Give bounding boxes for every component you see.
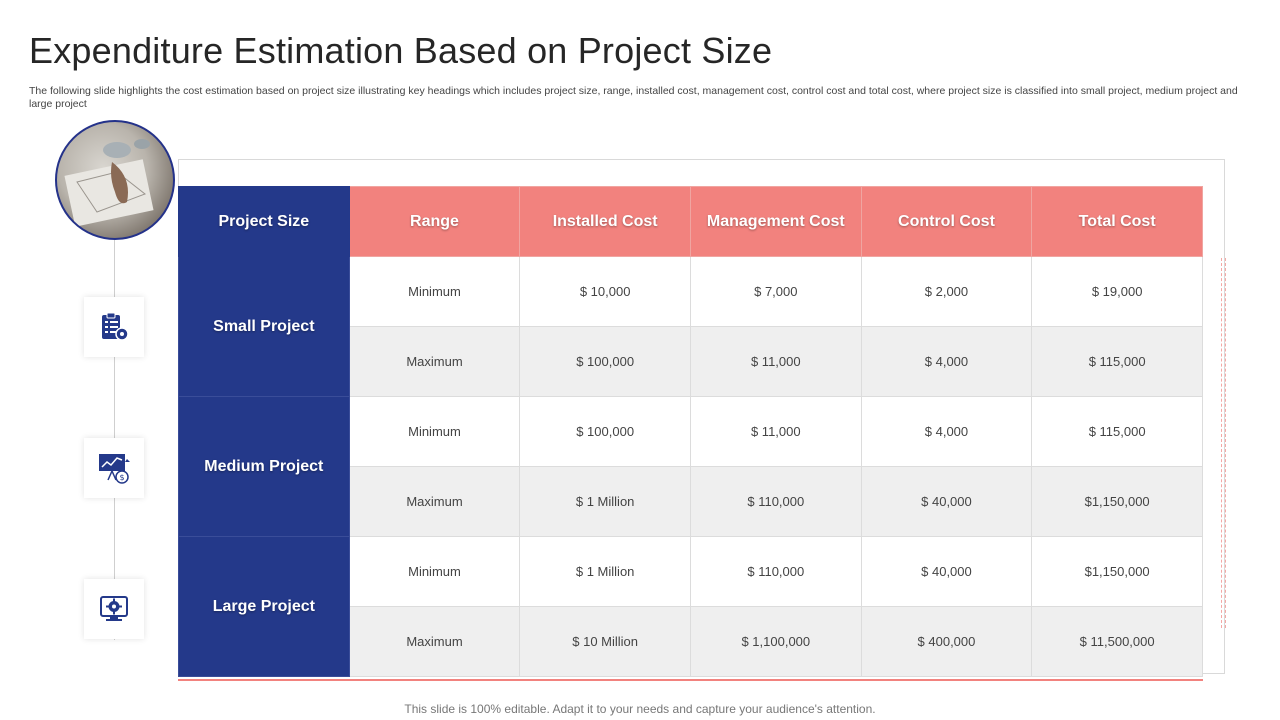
col-header-control-cost: Control Cost <box>860 186 1033 257</box>
col-header-management-cost: Management Cost <box>689 186 862 257</box>
total-cost-cell: $ 11,500,000 <box>1031 606 1203 677</box>
control-cost-cell: $ 4,000 <box>860 326 1033 397</box>
range-cell: Minimum <box>348 536 521 607</box>
total-cost-cell: $ 19,000 <box>1031 256 1203 327</box>
range-cell: Minimum <box>348 396 521 467</box>
table-bottom-accent <box>178 679 1203 681</box>
total-cost-cell: $1,150,000 <box>1031 466 1203 537</box>
presentation-dollar-icon: $ <box>84 438 144 498</box>
cost-table: Project Size Range Installed Cost Manage… <box>178 186 1203 677</box>
range-cell: Minimum <box>348 256 521 327</box>
table-row: Large Project Minimum $ 1 Million $ 110,… <box>178 536 1203 677</box>
table-header-row: Project Size Range Installed Cost Manage… <box>178 186 1203 257</box>
installed-cost-cell: $ 100,000 <box>519 396 691 467</box>
col-header-range: Range <box>348 186 521 257</box>
range-cell: Maximum <box>348 466 521 537</box>
control-cost-cell: $ 40,000 <box>860 536 1033 607</box>
installed-cost-cell: $ 10,000 <box>519 256 691 327</box>
management-cost-cell: $ 7,000 <box>689 256 862 327</box>
control-cost-cell: $ 4,000 <box>860 396 1033 467</box>
col-header-project-size: Project Size <box>178 186 350 257</box>
svg-text:$: $ <box>119 473 124 482</box>
control-cost-cell: $ 400,000 <box>860 606 1033 677</box>
footer-note: This slide is 100% editable. Adapt it to… <box>404 702 876 716</box>
installed-cost-cell: $ 10 Million <box>519 606 691 677</box>
management-cost-cell: $ 110,000 <box>689 466 862 537</box>
row-header-large-project: Large Project <box>178 536 350 677</box>
col-header-installed-cost: Installed Cost <box>519 186 691 257</box>
management-cost-cell: $ 11,000 <box>689 396 862 467</box>
control-cost-cell: $ 40,000 <box>860 466 1033 537</box>
range-cell: Maximum <box>348 606 521 677</box>
range-cell: Maximum <box>348 326 521 397</box>
total-cost-cell: $ 115,000 <box>1031 326 1203 397</box>
clipboard-gear-icon <box>84 297 144 357</box>
project-photo <box>55 120 175 240</box>
table-row: Medium Project Minimum $ 100,000 $ 11,00… <box>178 396 1203 537</box>
row-header-small-project: Small Project <box>178 256 350 397</box>
page-subtitle: The following slide highlights the cost … <box>29 85 1238 110</box>
monitor-gear-icon <box>84 579 144 639</box>
management-cost-cell: $ 11,000 <box>689 326 862 397</box>
col-header-total-cost: Total Cost <box>1031 186 1203 257</box>
page-title: Expenditure Estimation Based on Project … <box>29 30 773 71</box>
installed-cost-cell: $ 1 Million <box>519 466 691 537</box>
control-cost-cell: $ 2,000 <box>860 256 1033 327</box>
decorative-edge <box>1221 258 1226 628</box>
total-cost-cell: $1,150,000 <box>1031 536 1203 607</box>
management-cost-cell: $ 110,000 <box>689 536 862 607</box>
management-cost-cell: $ 1,100,000 <box>689 606 862 677</box>
row-header-medium-project: Medium Project <box>178 396 350 537</box>
installed-cost-cell: $ 100,000 <box>519 326 691 397</box>
total-cost-cell: $ 115,000 <box>1031 396 1203 467</box>
table-row: Small Project Minimum $ 10,000 $ 7,000 $… <box>178 256 1203 397</box>
installed-cost-cell: $ 1 Million <box>519 536 691 607</box>
